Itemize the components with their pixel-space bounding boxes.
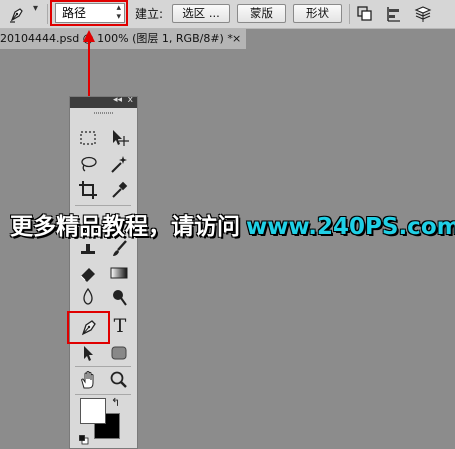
eraser-icon[interactable]	[77, 262, 99, 284]
foreground-color-swatch[interactable]	[80, 398, 106, 424]
blur-icon[interactable]	[77, 286, 99, 308]
eyedropper-icon[interactable]	[108, 179, 130, 201]
magic-wand-icon[interactable]	[108, 153, 130, 175]
swap-colors-icon[interactable]: ↰	[111, 396, 120, 409]
default-colors-icon[interactable]	[79, 430, 89, 445]
type-icon[interactable]: T	[109, 315, 131, 337]
dodge-icon[interactable]	[108, 286, 130, 308]
hand-icon[interactable]	[77, 369, 99, 391]
crop-icon[interactable]	[77, 179, 99, 201]
divider	[75, 205, 131, 206]
path-selection-icon[interactable]	[77, 342, 99, 364]
lasso-icon[interactable]	[77, 153, 99, 175]
panel-grip[interactable]	[94, 112, 114, 114]
pen-tool-highlight-box	[67, 311, 110, 344]
move-icon[interactable]	[108, 127, 130, 149]
zoom-icon[interactable]	[108, 369, 130, 391]
divider	[75, 394, 131, 395]
watermark-url: www.240PS.com	[246, 214, 455, 240]
collapse-icon[interactable]: ◂◂	[113, 95, 122, 105]
marquee-icon[interactable]	[77, 127, 99, 149]
tools-panel-header[interactable]: ◂◂ x	[70, 95, 137, 108]
watermark: 更多精品教程，请访问 www.240PS.com	[10, 212, 455, 242]
watermark-text-cn: 更多精品教程，请访问	[10, 214, 240, 240]
close-icon[interactable]: x	[128, 95, 133, 105]
divider	[75, 366, 131, 367]
shape-icon[interactable]	[108, 342, 130, 364]
gradient-icon[interactable]	[108, 262, 130, 284]
